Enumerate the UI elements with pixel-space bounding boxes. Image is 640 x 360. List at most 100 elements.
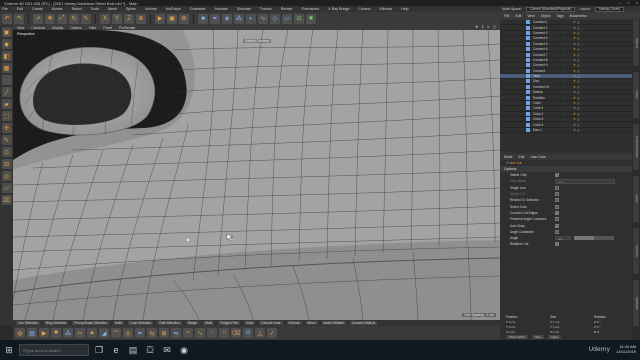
option-checkbox[interactable]	[555, 192, 559, 197]
visibility-dots[interactable]: ⁚	[563, 117, 573, 121]
workplane-icon[interactable]: ▦	[1, 63, 12, 73]
coord-mode-select[interactable]: Object (Rel)	[506, 335, 529, 339]
object-name[interactable]: Sweep	[533, 90, 563, 94]
bevel-icon[interactable]: ◢	[99, 328, 109, 338]
windows-start-icon[interactable]: ⊞	[2, 343, 16, 357]
object-name[interactable]: Connect.10	[533, 85, 563, 89]
coord-field[interactable]: Y 0 cm	[500, 325, 544, 329]
coord-field[interactable]: B 0 °	[588, 330, 632, 334]
om-menu-view[interactable]: View	[527, 14, 534, 18]
smooth-icon[interactable]: ∿	[195, 328, 205, 338]
option-checkbox[interactable]	[555, 204, 559, 209]
command-live-selection[interactable]: Live Selection	[16, 321, 40, 325]
sweep-icon[interactable]: ∿	[258, 13, 268, 24]
om-menu-tags[interactable]: Tags	[556, 14, 563, 18]
menu-file[interactable]: File	[2, 7, 8, 11]
minimize-button[interactable]: –	[619, 0, 621, 5]
menu-tools[interactable]: Tools	[91, 7, 99, 11]
menu-window[interactable]: Window	[379, 7, 392, 11]
viewport-menu-view[interactable]: View	[17, 26, 24, 30]
visibility-dots[interactable]: ⁚	[563, 47, 573, 51]
om-menu-edit[interactable]: Edit	[515, 14, 521, 18]
knife-tool-icon[interactable]: ✂	[75, 328, 85, 338]
menu-extensions[interactable]: Extensions	[302, 7, 320, 11]
boole-icon[interactable]: ◐	[246, 13, 256, 24]
option-checkbox[interactable]	[555, 217, 559, 222]
viewport-menu-display[interactable]: Display	[52, 26, 63, 30]
mirror-icon[interactable]: ⇋	[171, 328, 181, 338]
attr-tab-mode[interactable]: Mode	[504, 155, 512, 159]
points-mode-icon[interactable]: ∙	[1, 75, 12, 85]
vtab-structure[interactable]: Structure	[633, 228, 639, 274]
vtab-objects[interactable]: Objects	[633, 20, 639, 66]
split-icon[interactable]: ⧄	[243, 328, 253, 338]
visibility-dots[interactable]: ⁚	[563, 36, 573, 40]
object-name[interactable]: Cube.3	[533, 117, 563, 121]
menu-help[interactable]: Help	[401, 7, 408, 11]
visibility-dots[interactable]: ⁚	[563, 31, 573, 35]
viewport-camera[interactable]: Default Camera	[243, 39, 271, 43]
render-view-icon[interactable]: ▶	[155, 13, 165, 24]
orbit-icon[interactable]: ↻	[487, 25, 490, 29]
visibility-dots[interactable]: ⁚	[563, 90, 573, 94]
object-name[interactable]: Cube.2	[533, 112, 563, 116]
texture-mode-icon[interactable]: ◧	[1, 51, 12, 61]
phong-tag-icon[interactable]: ✕ ◬	[573, 69, 580, 73]
visibility-dots[interactable]: ⁚	[563, 128, 573, 132]
edges-mode-icon[interactable]: ╱	[1, 87, 12, 97]
visibility-dots[interactable]: ⁚	[563, 42, 573, 46]
command-slide[interactable]: Slide	[244, 321, 256, 325]
object-icon[interactable]: ■	[51, 328, 61, 338]
apply-button[interactable]: Apply	[547, 335, 562, 339]
visibility-dots[interactable]: ⁚	[563, 106, 573, 110]
vtab-layers[interactable]: Layers	[633, 176, 639, 222]
phong-tag-icon[interactable]: ✕ ◬	[573, 31, 580, 35]
folder-icon[interactable]: ▤	[126, 343, 140, 357]
close-hole-icon[interactable]: ○	[219, 328, 229, 338]
loop-cut-icon[interactable]: ⊞	[159, 328, 169, 338]
menu-create[interactable]: Create	[32, 7, 43, 11]
bridge-icon[interactable]: ⌒	[111, 328, 121, 338]
visibility-dots[interactable]: ⁚	[563, 69, 573, 73]
visibility-dots[interactable]: ⁚	[563, 20, 573, 24]
om-menu-object[interactable]: Object	[541, 14, 551, 18]
coord-field[interactable]: X 1 cm	[544, 320, 588, 324]
move-icon[interactable]: ✥	[45, 13, 55, 24]
size-mode-select[interactable]: Size	[532, 335, 544, 339]
visibility-dots[interactable]: ⁚	[563, 26, 573, 30]
recent-tools-icon[interactable]: ✎	[81, 13, 91, 24]
phong-tag-icon[interactable]: ✕ ◬	[573, 112, 580, 116]
menu-mesh[interactable]: Mesh	[108, 7, 117, 11]
command-connect-objects[interactable]: Connect Objects	[349, 321, 378, 325]
coord-field[interactable]: Z 0 cm	[500, 330, 544, 334]
menu-mograph[interactable]: MoGraph	[166, 7, 181, 11]
task-view-icon[interactable]: ❐	[92, 343, 106, 357]
subdivision-icon[interactable]: ◈	[222, 13, 232, 24]
visibility-dots[interactable]: ⁚	[563, 74, 573, 78]
triangulate-icon[interactable]: △	[255, 328, 265, 338]
phong-tag-icon[interactable]: ✕ ◬	[573, 26, 580, 30]
menu-modes[interactable]: Modes	[52, 7, 63, 11]
phong-tag-icon[interactable]: ✕ ◬	[573, 90, 580, 94]
option-checkbox[interactable]: ✓	[555, 173, 559, 178]
command-extrude[interactable]: Extrude	[286, 321, 302, 325]
close-button[interactable]: ×	[636, 0, 638, 5]
angle-slider[interactable]	[574, 236, 614, 241]
option-checkbox[interactable]	[555, 198, 559, 203]
visibility-dots[interactable]: ⁚	[563, 123, 573, 127]
command-bevel[interactable]: Bevel	[305, 321, 318, 325]
weld-icon[interactable]: ◎	[123, 328, 133, 338]
iron-icon[interactable]: ≈	[183, 328, 193, 338]
menu-character[interactable]: Character	[190, 7, 206, 11]
node-space-select[interactable]: Current (Standard/Physical)	[525, 6, 576, 12]
light-icon[interactable]: ✹	[306, 13, 316, 24]
object-name[interactable]: Cube.1	[533, 106, 563, 110]
coord-field[interactable]: X 0 cm	[500, 320, 544, 324]
vtab-takes[interactable]: Takes	[633, 72, 639, 118]
phong-tag-icon[interactable]: ✕ ◬	[573, 42, 580, 46]
phong-tag-icon[interactable]: ✕ ◬	[573, 20, 580, 24]
phong-tag-icon[interactable]: ✕ ◬	[573, 53, 580, 57]
object-name[interactable]: Connect.2	[533, 26, 563, 30]
option-checkbox[interactable]: ✓	[555, 242, 559, 247]
taskbar-search[interactable]: ⌕ Type here to search	[19, 344, 89, 356]
